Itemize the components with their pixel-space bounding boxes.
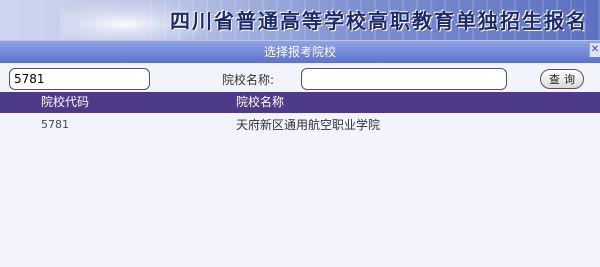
table-header: 院校代码 院校名称	[0, 92, 600, 113]
column-header-code: 院校代码	[41, 95, 90, 109]
dialog-title: 选择报考院校	[263, 45, 336, 59]
school-name-cell[interactable]: 天府新区通用航空职业学院	[236, 118, 380, 132]
school-name-input[interactable]	[301, 68, 507, 90]
close-icon[interactable]: ✕	[589, 43, 600, 57]
dialog-titlebar: 选择报考院校 ✕	[0, 40, 600, 63]
school-code-cell: 5781	[41, 118, 69, 131]
banner-title: 四川省普通高等学校高职教育单独招生报名	[170, 9, 588, 33]
school-code-input[interactable]	[9, 68, 150, 90]
query-button[interactable]: 查询	[540, 69, 584, 89]
banner: 四川省普通高等学校高职教育单独招生报名	[0, 0, 600, 40]
column-header-name: 院校名称	[236, 95, 285, 109]
school-name-label: 院校名称:	[222, 73, 275, 87]
search-row: 院校名称: 查询	[0, 62, 600, 92]
table-row[interactable]: 5781 天府新区通用航空职业学院	[0, 116, 600, 136]
